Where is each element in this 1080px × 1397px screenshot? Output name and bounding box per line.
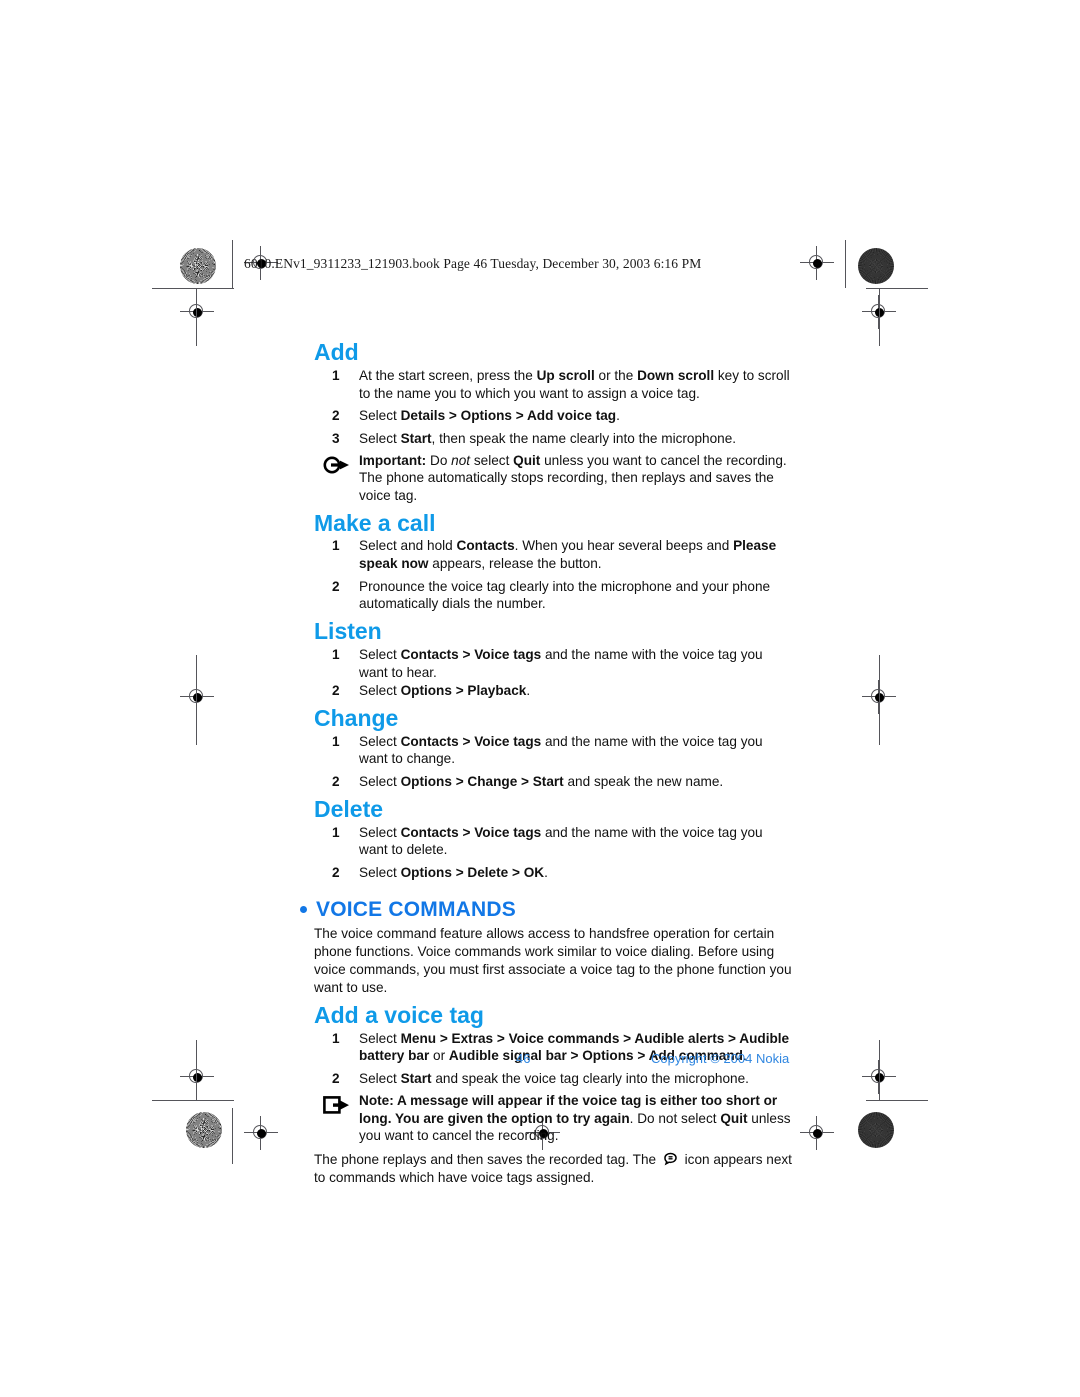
step-text: At the start screen, press the Up scroll… — [359, 367, 790, 401]
step-number: 1 — [332, 733, 340, 749]
step-number: 2 — [332, 408, 340, 424]
note-callout: Note: A message will appear if the voice… — [314, 1092, 795, 1145]
step-number: 1 — [332, 1030, 340, 1046]
list-item: 1 Select Contacts > Voice tags and the n… — [314, 824, 795, 859]
list-item: 3 Select Start, then speak the name clea… — [314, 430, 795, 448]
trim-line-h-bl — [152, 1100, 234, 1101]
step-text: Select Details > Options > Add voice tag… — [359, 408, 620, 424]
heading-make-a-call: Make a call — [314, 509, 436, 536]
trim-line-v-bl — [232, 1108, 233, 1164]
steps-make-a-call: 1 Select and hold Contacts. When you hea… — [300, 537, 795, 613]
trim-line-v-left-upper — [196, 288, 197, 346]
heading-change: Change — [314, 704, 399, 731]
trim-line-v-tl — [232, 240, 233, 288]
step-number: 2 — [332, 864, 340, 880]
step-number: 2 — [332, 578, 340, 594]
heading-add-a-voice-tag: Add a voice tag — [314, 1001, 484, 1028]
step-text: Select and hold Contacts. When you hear … — [359, 538, 777, 572]
registration-mark-left-middle — [180, 680, 214, 714]
rosette-mark-top-left — [180, 248, 216, 284]
list-item: 2 Select Start and speak the voice tag c… — [314, 1070, 795, 1088]
rosette-mark-top-right — [858, 248, 894, 284]
step-number: 2 — [332, 683, 340, 699]
book-file-slug: 6010.ENv1_9311233_121903.book Page 46 Tu… — [244, 256, 702, 271]
step-number: 3 — [332, 430, 340, 446]
trim-line-h-tl — [152, 288, 234, 289]
step-text: Select Contacts > Voice tags and the nam… — [359, 824, 763, 858]
step-text: Select Options > Delete > OK. — [359, 864, 548, 880]
rosette-mark-bottom-left — [186, 1112, 222, 1148]
list-item: 2 Pronounce the voice tag clearly into t… — [314, 578, 795, 613]
heading-voice-commands: VOICE COMMANDS — [300, 898, 795, 921]
copyright-notice: Copyright © 2004 Nokia — [651, 1051, 790, 1066]
step-text: Pronounce the voice tag clearly into the… — [359, 578, 771, 612]
trim-line-v-right-upper — [879, 288, 880, 346]
square-arrow-icon — [322, 1094, 352, 1116]
step-number: 2 — [332, 774, 340, 790]
chapter-title: VOICE COMMANDS — [316, 897, 516, 921]
step-text: Select Contacts > Voice tags and the nam… — [359, 646, 763, 680]
bullet-icon — [300, 905, 307, 913]
page-number: 46 — [516, 1051, 531, 1066]
step-text: Select Start, then speak the name clearl… — [359, 430, 737, 446]
trim-line-v-left-middle — [196, 655, 197, 745]
list-item: 2 Select Options > Playback. — [314, 682, 795, 700]
step-text: Select Contacts > Voice tags and the nam… — [359, 733, 763, 767]
heading-listen: Listen — [314, 618, 382, 645]
voice-commands-intro: The voice command feature allows access … — [314, 925, 792, 995]
step-text: Select Options > Playback. — [359, 683, 531, 699]
list-item: 1 At the start screen, press the Up scro… — [314, 367, 795, 402]
registration-mark-left-upper — [180, 295, 214, 329]
trim-line-v-right-lower — [879, 1040, 880, 1100]
step-number: 1 — [332, 646, 340, 662]
list-item: 1 Select Contacts > Voice tags and the n… — [314, 646, 795, 681]
steps-delete: 1 Select Contacts > Voice tags and the n… — [300, 824, 795, 882]
trim-line-v-right-middle — [879, 655, 880, 745]
step-number: 1 — [332, 367, 340, 383]
registration-mark-top-right — [800, 246, 834, 280]
important-callout: Important: Do not select Quit unless you… — [314, 452, 795, 505]
registration-mark-bottom-right — [800, 1116, 834, 1150]
heading-delete: Delete — [314, 795, 384, 822]
registration-mark-bottom-left — [244, 1116, 278, 1150]
steps-change: 1 Select Contacts > Voice tags and the n… — [300, 733, 795, 791]
circle-arrow-icon — [322, 454, 352, 476]
note-text: Note: A message will appear if the voice… — [359, 1092, 791, 1144]
registration-mark-left-lower — [180, 1060, 214, 1094]
trim-line-v-tr — [845, 240, 846, 288]
trim-line-h-br — [866, 1100, 928, 1101]
step-text: Select Options > Change > Start and spea… — [359, 774, 724, 790]
rosette-mark-bottom-right — [858, 1112, 894, 1148]
step-text: Select Start and speak the voice tag cle… — [359, 1071, 749, 1087]
step-number: 2 — [332, 1071, 340, 1087]
trim-line-v-left-lower — [196, 1040, 197, 1100]
important-text: Important: Do not select Quit unless you… — [359, 452, 787, 503]
list-item: 1 Select and hold Contacts. When you hea… — [314, 537, 795, 572]
voice-tag-closing-text: The phone replays and then saves the rec… — [314, 1151, 792, 1185]
step-number: 1 — [332, 824, 340, 840]
step-number: 1 — [332, 538, 340, 554]
list-item: 2 Select Details > Options > Add voice t… — [314, 407, 795, 425]
trim-line-h-tr — [866, 288, 928, 289]
heading-add: Add — [314, 339, 359, 365]
steps-add: 1 At the start screen, press the Up scro… — [300, 367, 795, 448]
list-item: 2 Select Options > Change > Start and sp… — [314, 773, 795, 791]
list-item: 1 Select Contacts > Voice tags and the n… — [314, 733, 795, 768]
voice-tag-icon — [663, 1152, 678, 1167]
list-item: 2 Select Options > Delete > OK. — [314, 864, 795, 882]
steps-listen: 1 Select Contacts > Voice tags and the n… — [300, 646, 795, 700]
